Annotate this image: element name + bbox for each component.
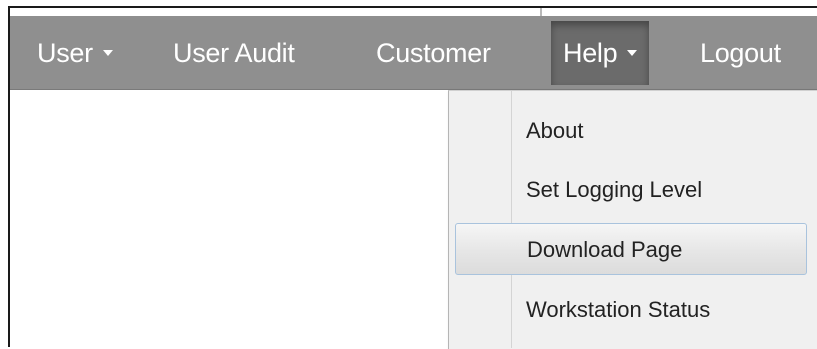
caret-down-icon — [627, 49, 638, 56]
nav-item-logout[interactable]: Logout — [700, 16, 781, 90]
menu-item-label: Workstation Status — [526, 297, 711, 322]
nav-item-help[interactable]: Help — [551, 21, 650, 85]
nav-item-label: Logout — [700, 38, 781, 68]
nav-item-user-audit[interactable]: User Audit — [173, 16, 295, 90]
menu-item-label: Download Page — [527, 237, 683, 262]
menu-item-about[interactable]: About — [449, 105, 807, 157]
menu-item-label: Set Logging Level — [526, 177, 703, 202]
menu-item-set-logging-level[interactable]: Set Logging Level — [449, 164, 807, 216]
menu-item-workstation-status[interactable]: Workstation Status — [449, 284, 807, 336]
menu-item-download-page[interactable]: Download Page — [455, 223, 807, 275]
nav-item-label: Help — [563, 38, 618, 68]
nav-item-user[interactable]: User — [37, 16, 113, 90]
nav-item-label: User Audit — [173, 38, 295, 68]
help-dropdown-menu: About Set Logging Level Download Page Wo… — [448, 90, 817, 349]
app-frame: User User Audit Customer Help Logout Abo… — [8, 6, 817, 349]
caret-down-icon — [102, 49, 113, 56]
nav-item-label: User — [37, 38, 93, 68]
nav-item-customer[interactable]: Customer — [376, 16, 491, 90]
nav-item-label: Customer — [376, 38, 491, 68]
menu-item-label: About — [526, 118, 584, 143]
top-navbar: User User Audit Customer Help Logout — [10, 16, 817, 90]
